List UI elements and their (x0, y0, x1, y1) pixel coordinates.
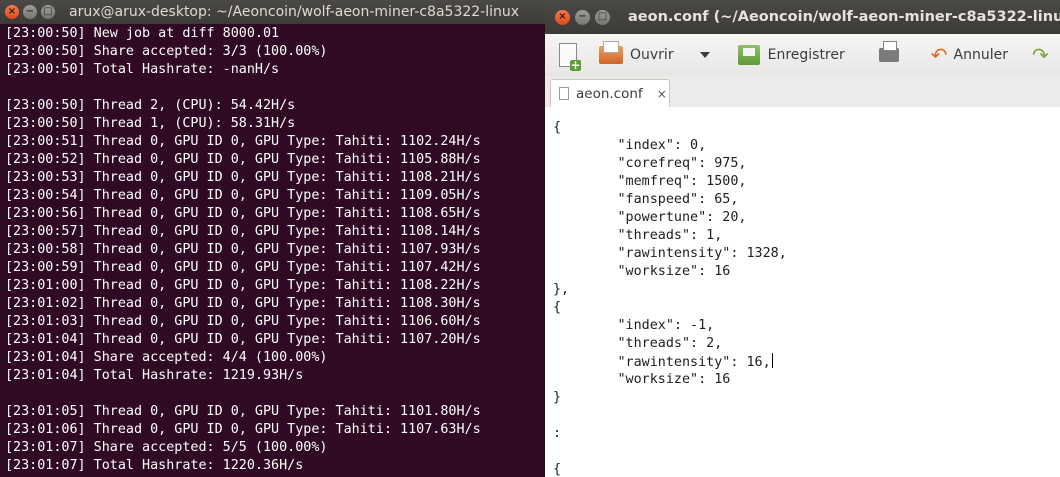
terminal-line: [23:01:07] Total Hashrate: 1220.36H/s (5, 458, 304, 473)
open-button-label: Ouvrir (630, 47, 674, 63)
save-button[interactable]: Enregistrer (710, 45, 845, 65)
new-document-button[interactable] (545, 43, 581, 71)
terminal-line: [23:01:05] Thread 0, GPU ID 0, GPU Type:… (5, 404, 481, 419)
terminal-line: [23:01:02] Thread 0, GPU ID 0, GPU Type:… (5, 296, 481, 311)
folder-icon (599, 41, 623, 64)
editor-line: : (553, 426, 562, 441)
tab-close-icon[interactable]: × (657, 87, 667, 101)
terminal-line: [23:00:57] Thread 0, GPU ID 0, GPU Type:… (5, 224, 481, 239)
editor-line: "rawintensity": 16, (553, 353, 773, 370)
tab-label: aeon.conf (576, 85, 643, 102)
minimize-icon[interactable]: − (575, 9, 590, 25)
editor-line: "powertune": 20, (553, 210, 747, 225)
editor-line: "fanspeed": 65, (553, 192, 739, 207)
terminal-line: [23:00:50] Share accepted: 3/3 (100.00%) (5, 44, 328, 59)
terminal-line: [23:00:56] Thread 0, GPU ID 0, GPU Type:… (5, 206, 481, 221)
editor-line: }, (553, 282, 570, 297)
close-icon[interactable]: × (5, 5, 19, 19)
terminal-line: [23:00:50] Total Hashrate: -nanH/s (5, 62, 280, 77)
terminal-line: [23:00:53] Thread 0, GPU ID 0, GPU Type:… (5, 170, 481, 185)
printer-icon (878, 41, 899, 62)
gedit-title: aeon.conf (~/Aeoncoin/wolf-aeon-miner-c8… (628, 9, 1060, 25)
editor-line: "corefreq": 975, (553, 156, 747, 171)
open-recent-dropdown[interactable] (674, 52, 710, 58)
terminal-line: [23:00:50] Thread 1, (CPU): 58.31H/s (5, 116, 296, 131)
redo-icon: ↷ (1032, 43, 1049, 67)
undo-icon: ↶ (930, 43, 948, 67)
editor-line: "index": 0, (553, 138, 707, 153)
terminal-line: [23:00:58] Thread 0, GPU ID 0, GPU Type:… (5, 242, 481, 257)
terminal-line: [23:01:06] Thread 0, GPU ID 0, GPU Type:… (5, 422, 481, 437)
text-caret (771, 353, 773, 368)
editor-line: "threads": 1, (553, 228, 723, 243)
terminal-line: [23:01:07] Share accepted: 5/5 (100.00%) (5, 440, 328, 455)
terminal-line: [23:00:54] Thread 0, GPU ID 0, GPU Type:… (5, 188, 481, 203)
terminal-line: [23:00:50] New job at diff 8000.01 (5, 26, 280, 41)
editor-line: "rawintensity": 1328, (553, 246, 787, 261)
save-icon (737, 45, 760, 65)
chevron-down-icon (699, 52, 710, 58)
maximize-icon[interactable]: □ (41, 5, 55, 19)
gedit-window-controls: × − □ (555, 9, 610, 25)
editor-line: "index": -1, (553, 318, 715, 333)
terminal-line: [23:01:03] Thread 0, GPU ID 0, GPU Type:… (5, 314, 481, 329)
undo-button-label: Annuler (953, 47, 1008, 63)
open-button[interactable]: Ouvrir (577, 41, 674, 64)
redo-button[interactable]: ↷ (1008, 45, 1049, 65)
terminal-title: arux@arux-desktop: ~/Aeoncoin/wolf-aeon-… (69, 4, 520, 20)
text-editor[interactable]: { "index": 0, "corefreq": 975, "memfreq"… (545, 107, 1060, 477)
gedit-titlebar[interactable]: × − □ aeon.conf (~/Aeoncoin/wolf-aeon-mi… (545, 0, 1060, 34)
minimize-icon[interactable]: − (23, 5, 37, 19)
terminal-line: [23:01:04] Share accepted: 4/4 (100.00%) (5, 350, 328, 365)
document-icon (559, 87, 569, 100)
editor-line: { (553, 300, 562, 315)
editor-line: { (553, 462, 562, 477)
editor-content[interactable]: { "index": 0, "corefreq": 975, "memfreq"… (553, 119, 787, 477)
editor-line: "memfreq": 1500, (553, 174, 747, 189)
terminal-line: [23:00:59] Thread 0, GPU ID 0, GPU Type:… (5, 260, 481, 275)
new-document-icon (559, 43, 581, 71)
terminal-line: [23:01:00] Thread 0, GPU ID 0, GPU Type:… (5, 278, 481, 293)
editor-line: "threads": 2, (553, 336, 723, 351)
editor-line: "worksize": 16 (553, 264, 731, 279)
toolbar: Ouvrir Enregistrer ↶ Annuler ↷ (545, 34, 1060, 76)
print-button[interactable] (845, 41, 899, 62)
terminal-line: [23:00:51] Thread 0, GPU ID 0, GPU Type:… (5, 134, 481, 149)
terminal-window[interactable]: × − □ arux@arux-desktop: ~/Aeoncoin/wolf… (0, 0, 545, 477)
terminal-line: [23:00:52] Thread 0, GPU ID 0, GPU Type:… (5, 152, 481, 167)
editor-line: "worksize": 16 (553, 372, 731, 387)
close-icon[interactable]: × (555, 9, 570, 25)
editor-line: { (553, 120, 562, 135)
maximize-icon[interactable]: □ (595, 9, 610, 25)
terminal-line: [23:01:04] Thread 0, GPU ID 0, GPU Type:… (5, 332, 481, 347)
editor-line: } (553, 390, 562, 405)
tab-aeon-conf[interactable]: aeon.conf × (550, 79, 670, 107)
tab-bar: aeon.conf × (545, 76, 1060, 108)
terminal-window-controls: × − □ (5, 5, 55, 19)
terminal-titlebar[interactable]: × − □ arux@arux-desktop: ~/Aeoncoin/wolf… (0, 0, 545, 24)
terminal-line: [23:01:04] Total Hashrate: 1219.93H/s (5, 368, 304, 383)
terminal-line: [23:00:50] Thread 2, (CPU): 54.42H/s (5, 98, 296, 113)
terminal-output[interactable]: [23:00:50] New job at diff 8000.01 [23:00… (5, 25, 545, 475)
save-button-label: Enregistrer (767, 47, 845, 63)
gedit-window[interactable]: × − □ aeon.conf (~/Aeoncoin/wolf-aeon-mi… (545, 0, 1060, 477)
undo-button[interactable]: ↶ Annuler (899, 45, 1008, 65)
